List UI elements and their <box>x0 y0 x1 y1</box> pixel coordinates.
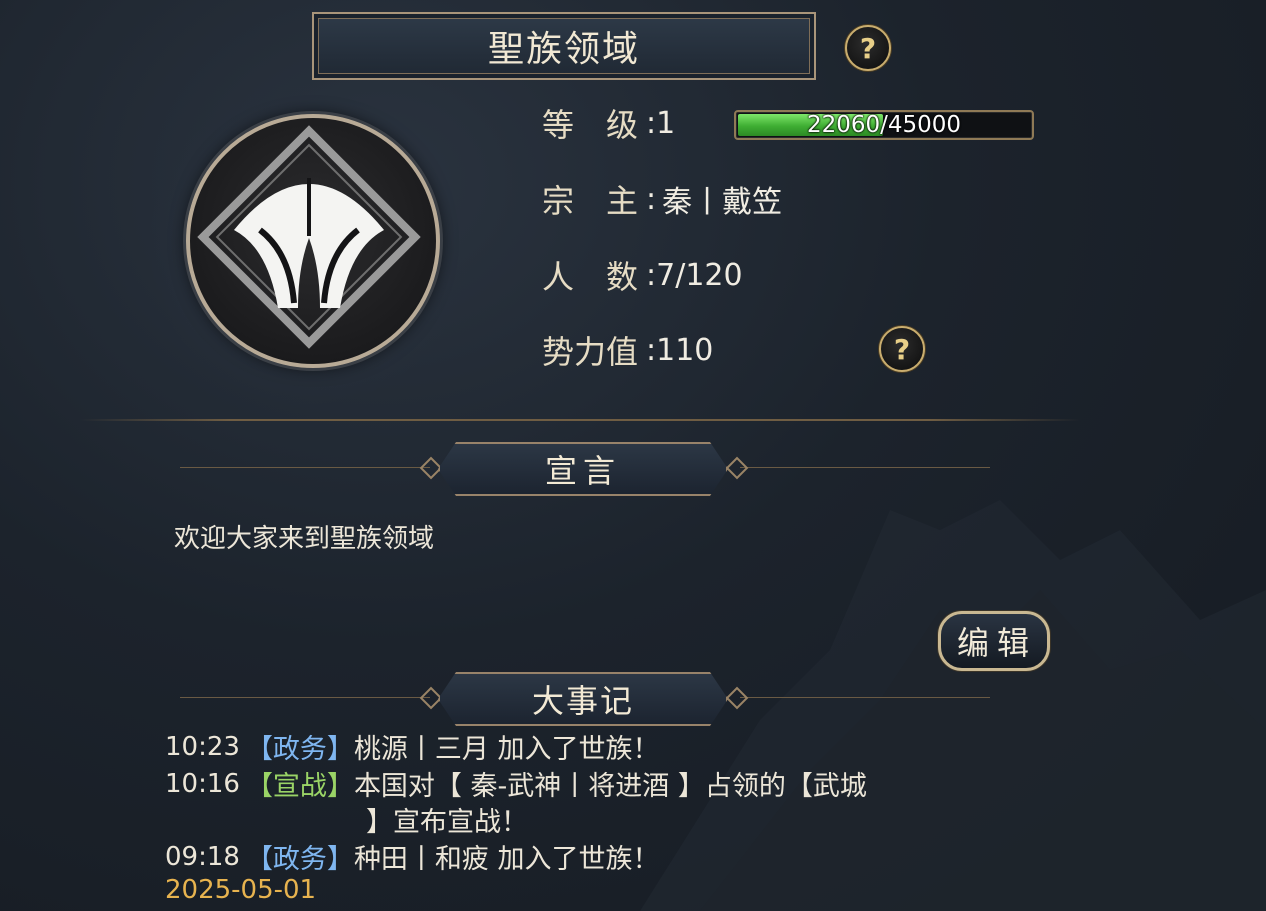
leader-value: 秦丨戴笠 <box>662 185 783 220</box>
events-header: 大事记 <box>438 672 728 726</box>
event-tag: 【宣战】 <box>245 771 354 802</box>
event-item: 10:23 【政务】 桃源丨三月 加入了世族！ <box>165 727 660 766</box>
event-time: 10:16 <box>165 768 240 799</box>
fan-emblem-icon <box>197 125 421 349</box>
event-text: 本国对【 秦-武神丨将进酒 】占领的【武城 <box>353 771 867 802</box>
members-colon: : <box>646 257 657 293</box>
clan-emblem <box>186 114 440 368</box>
event-text: 桃源丨三月 加入了世族！ <box>353 734 660 765</box>
edit-button-label: 编辑 <box>956 624 1037 662</box>
event-date: 2025-05-01 <box>165 875 317 905</box>
title-plaque: 聖族领域 <box>312 12 816 80</box>
leader-colon: : <box>646 181 657 217</box>
event-item: 09:18 【政务】 种田丨和疲 加入了世族！ <box>165 837 660 876</box>
xp-progress-bar: 22060/45000 <box>734 110 1034 140</box>
page-title: 聖族领域 <box>487 29 640 70</box>
leader-label: 宗 主 <box>542 182 639 220</box>
event-text: 种田丨和疲 加入了世族！ <box>353 844 660 875</box>
members-value: 7/120 <box>656 257 743 293</box>
declaration-text: 欢迎大家来到聖族领域 <box>174 524 435 554</box>
declaration-line-left <box>180 467 430 468</box>
members-label: 人 数 <box>542 258 639 296</box>
help-button-power[interactable]: ? <box>879 326 925 372</box>
xp-text: 22060/45000 <box>806 112 962 138</box>
level-colon: : <box>646 105 657 141</box>
level-label: 等 级 <box>542 106 639 144</box>
leader-row: 宗 主 : 秦丨戴笠 <box>542 176 782 222</box>
events-title: 大事记 <box>531 682 634 720</box>
level-row: 等 级 : 1 <box>542 100 675 146</box>
level-value: 1 <box>656 105 676 141</box>
power-colon: : <box>646 332 657 368</box>
info-divider <box>80 419 1080 421</box>
edit-button[interactable]: 编辑 <box>938 611 1050 671</box>
power-row: 势力值 : 110 <box>542 327 713 373</box>
event-tag: 【政务】 <box>245 734 354 765</box>
event-tag: 【政务】 <box>245 844 354 875</box>
events-line-left <box>180 697 430 698</box>
declaration-title: 宣言 <box>544 452 621 490</box>
help-button-title[interactable]: ? <box>845 25 891 71</box>
event-time: 10:23 <box>165 731 240 762</box>
question-icon: ? <box>859 31 877 65</box>
declaration-line-right <box>740 467 990 468</box>
question-icon: ? <box>893 332 911 366</box>
event-item: 10:16 【宣战】 本国对【 秦-武神丨将进酒 】占领的【武城 <box>165 764 867 803</box>
power-value: 110 <box>656 332 714 368</box>
power-label: 势力值 <box>542 333 639 371</box>
declaration-header: 宣言 <box>438 442 728 496</box>
events-line-right <box>740 697 990 698</box>
event-text-continued: 】宣布宣战！ <box>366 807 528 838</box>
members-row: 人 数 : 7/120 <box>542 252 743 298</box>
event-time: 09:18 <box>165 841 240 872</box>
